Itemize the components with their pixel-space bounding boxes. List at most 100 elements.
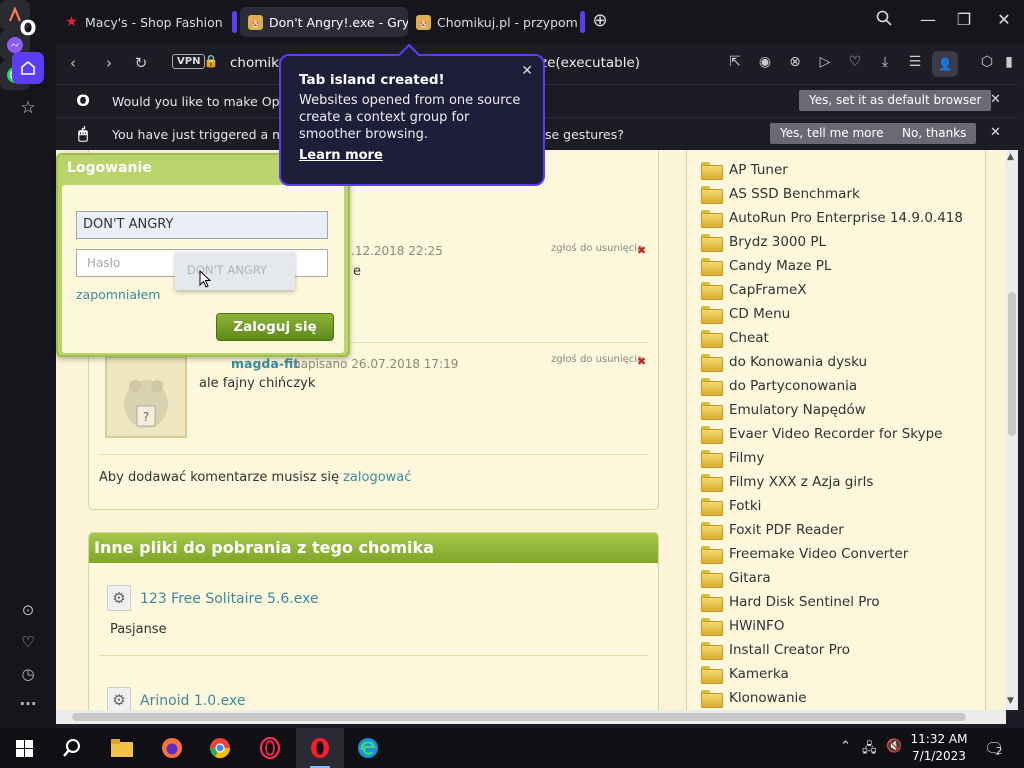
folder-item[interactable]: Gitara xyxy=(701,567,771,589)
user-avatar-hamster[interactable]: ? xyxy=(105,356,187,438)
svg-text:?: ? xyxy=(143,410,149,424)
folder-icon xyxy=(701,474,723,492)
heart-icon[interactable]: ♡ xyxy=(844,54,866,70)
history-clock-icon[interactable]: ◷ xyxy=(12,658,44,690)
firefox-icon[interactable] xyxy=(148,728,196,768)
autofill-suggestion[interactable]: DON'T ANGRY xyxy=(175,252,295,290)
folder-item[interactable]: Klonowanie xyxy=(701,687,807,709)
folder-item[interactable]: AutoRun Pro Enterprise 14.9.0.418 xyxy=(701,207,963,229)
folder-item[interactable]: Hard Disk Sentinel Pro xyxy=(701,591,880,613)
tab-macys[interactable]: ★ Macy's - Shop Fashion Clo xyxy=(56,7,224,37)
forgot-password-link[interactable]: zapomniałem xyxy=(76,287,160,302)
folder-item[interactable]: CapFrameX xyxy=(701,279,807,301)
search-icon[interactable] xyxy=(48,728,96,768)
opera-browser-icon[interactable] xyxy=(296,728,344,768)
scroll-thumb[interactable] xyxy=(1008,292,1016,436)
learn-more-link[interactable]: Learn more xyxy=(299,148,383,163)
url-tail[interactable]: ze(executable) xyxy=(540,55,640,71)
bookmarks-star-icon[interactable]: ☆ xyxy=(12,92,44,124)
tab-chomikuj[interactable]: 🐹 Chomikuj.pl - przypomnie xyxy=(408,7,578,37)
forward-icon[interactable]: › xyxy=(98,54,120,72)
tab-dont-angry[interactable]: 🐹 Don't Angry!.exe - Gry - To xyxy=(240,7,408,37)
scroll-down-arrow-icon[interactable]: ▼ xyxy=(1007,696,1014,706)
volume-muted-icon[interactable]: 🔇 xyxy=(886,739,902,754)
opera-gx-icon[interactable] xyxy=(246,728,294,768)
folder-item[interactable]: Fotki xyxy=(701,495,761,517)
easy-setup-icon[interactable]: ☰ xyxy=(904,54,926,70)
login-submit-button[interactable]: Zaloguj się xyxy=(216,313,334,341)
share-icon[interactable]: ⇱ xyxy=(724,54,746,70)
tab-title: Macy's - Shop Fashion Clo xyxy=(85,14,224,30)
folder-item[interactable]: Kamerka xyxy=(701,663,789,685)
file-link[interactable]: 123 Free Solitaire 5.6.exe xyxy=(140,591,319,607)
close-window-icon[interactable]: ✕ xyxy=(992,10,1016,29)
file-link[interactable]: Arinoid 1.0.exe xyxy=(140,693,245,709)
close-infobar-icon[interactable]: ✕ xyxy=(990,125,1001,140)
adblock-icon[interactable]: ⊗ xyxy=(784,54,806,70)
more-dots-icon[interactable]: ··· xyxy=(12,688,44,720)
chrome-icon[interactable] xyxy=(196,728,244,768)
delete-x-icon[interactable]: ✖ xyxy=(637,244,646,257)
send-icon[interactable]: ▷ xyxy=(814,54,836,70)
folder-item[interactable]: Filmy XXX z Azja girls xyxy=(701,471,873,493)
windows-start-icon[interactable] xyxy=(0,728,48,768)
comment-author[interactable]: magda-fit xyxy=(231,356,299,371)
extensions-cube-icon[interactable]: ⬡ xyxy=(976,54,998,70)
camera-icon[interactable]: ◉ xyxy=(754,54,776,70)
folder-item[interactable]: Emulatory Napędów xyxy=(701,399,866,421)
folder-item[interactable]: Install Creator Pro xyxy=(701,639,850,661)
report-link[interactable]: zgłoś do usunięcia xyxy=(551,243,643,254)
horizontal-scrollbar[interactable] xyxy=(56,710,1006,724)
restore-icon[interactable]: ❐ xyxy=(952,10,976,29)
vertical-scrollbar[interactable]: ▲ ▼ xyxy=(1006,150,1018,710)
back-icon[interactable]: ‹ xyxy=(62,54,84,72)
folder-label: AS SSD Benchmark xyxy=(729,186,860,202)
folder-item[interactable]: Candy Maze PL xyxy=(701,255,831,277)
file-explorer-icon[interactable] xyxy=(98,728,146,768)
folder-item[interactable]: do Konowania dysku xyxy=(701,351,867,373)
username-input[interactable]: DON'T ANGRY xyxy=(76,211,328,239)
popup-title: Tab island created! xyxy=(299,72,445,88)
folder-item[interactable]: Evaer Video Recorder for Skype xyxy=(701,423,942,445)
folder-label: Evaer Video Recorder for Skype xyxy=(729,426,943,442)
tell-me-more-button[interactable]: Yes, tell me more xyxy=(770,123,894,144)
folder-item[interactable]: AS SSD Benchmark xyxy=(701,183,860,205)
scroll-thumb[interactable] xyxy=(72,713,966,721)
search-icon[interactable] xyxy=(872,10,896,30)
system-clock[interactable]: 11:32 AM 7/1/2023 xyxy=(904,731,974,765)
close-popup-icon[interactable]: ✕ xyxy=(521,63,533,79)
folder-item[interactable]: Cheat xyxy=(701,327,769,349)
sidebar-toggle-icon[interactable]: ▮ xyxy=(998,54,1020,70)
edge-icon[interactable] xyxy=(344,728,392,768)
reload-icon[interactable]: ↻ xyxy=(130,54,152,72)
player-icon[interactable]: ⊙ xyxy=(12,594,44,626)
folder-item[interactable]: CD Menu xyxy=(701,303,790,325)
folder-item[interactable]: do Partyconowania xyxy=(701,375,857,397)
folder-item[interactable]: Filmy xyxy=(701,447,764,469)
new-tab-plus-icon[interactable]: ⊕ xyxy=(588,10,612,31)
heart-icon[interactable]: ♡ xyxy=(12,626,44,658)
scroll-up-arrow-icon[interactable]: ▲ xyxy=(1007,152,1014,162)
lock-icon[interactable]: 🔒 xyxy=(200,54,222,68)
close-infobar-icon[interactable]: ✕ xyxy=(990,92,1001,107)
delete-x-icon[interactable]: ✖ xyxy=(637,355,646,368)
profile-avatar-icon[interactable]: 👤 xyxy=(932,51,958,77)
login-link[interactable]: zalogować xyxy=(343,470,411,485)
download-icon[interactable]: ⤓ xyxy=(874,54,896,70)
show-hidden-icons-chevron-icon[interactable]: ⌃ xyxy=(840,739,851,754)
home-icon[interactable] xyxy=(12,52,44,84)
set-default-browser-button[interactable]: Yes, set it as default browser xyxy=(799,90,992,111)
report-link[interactable]: zgłoś do usunięcia xyxy=(551,354,643,365)
star-icon: ★ xyxy=(65,14,78,30)
folder-item[interactable]: HWiNFO xyxy=(701,615,784,637)
folder-item[interactable]: Foxit PDF Reader xyxy=(701,519,844,541)
folder-item[interactable]: Brydz 3000 PL xyxy=(701,231,826,253)
network-icon[interactable]: 🖧 xyxy=(862,739,877,761)
no-thanks-button[interactable]: No, thanks xyxy=(892,123,977,144)
folder-item[interactable]: AP Tuner xyxy=(701,159,788,181)
minimize-icon[interactable]: — xyxy=(916,10,940,29)
folder-label: AutoRun Pro Enterprise 14.9.0.418 xyxy=(729,210,963,226)
folder-icon xyxy=(701,210,723,228)
opera-logo-icon[interactable]: O xyxy=(12,12,44,44)
folder-item[interactable]: Freemake Video Converter xyxy=(701,543,908,565)
